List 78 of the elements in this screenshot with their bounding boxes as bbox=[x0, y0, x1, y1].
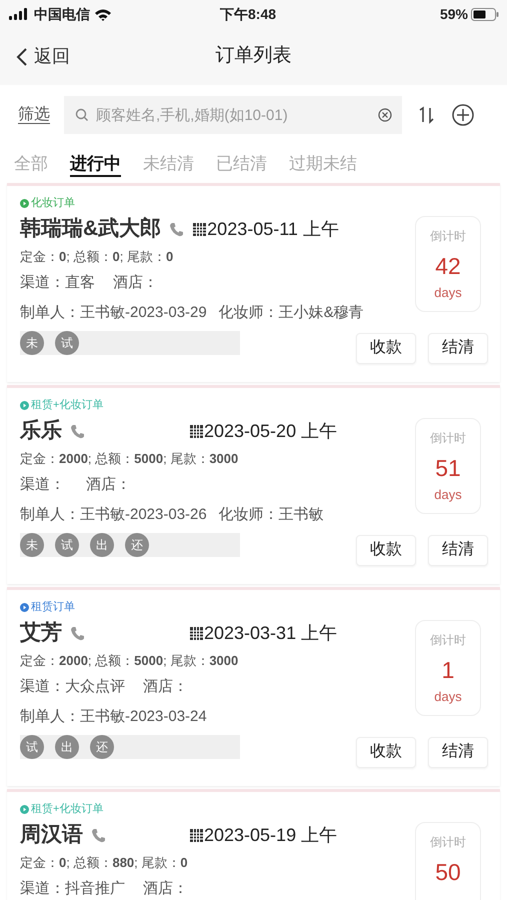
countdown-number: 1 bbox=[442, 657, 454, 683]
hotel-text: 酒店： bbox=[113, 272, 158, 293]
phone-icon bbox=[169, 222, 184, 236]
countdown-number: 51 bbox=[435, 455, 461, 481]
wedding-date: 2023-05-20 上午 bbox=[204, 420, 338, 442]
channel-text: 渠道： bbox=[20, 474, 66, 495]
status-badge: 试 bbox=[20, 735, 44, 759]
channel-text: 渠道：抖音推广 bbox=[20, 878, 125, 899]
order-type: 租赁+化妆订单 bbox=[31, 398, 104, 413]
wedding-date: 2023-05-19 上午 bbox=[204, 824, 338, 846]
phone-icon bbox=[70, 424, 84, 438]
order-type: 租赁+化妆订单 bbox=[31, 802, 104, 817]
status-badge: 试 bbox=[55, 331, 79, 355]
status-badge: 还 bbox=[125, 533, 149, 557]
status-badge: 出 bbox=[90, 533, 114, 557]
hotel-text: 酒店： bbox=[86, 474, 131, 495]
countdown-label: 倒计时 bbox=[430, 228, 466, 245]
hotel-text: 酒店： bbox=[143, 878, 188, 899]
countdown-label: 倒计时 bbox=[430, 632, 466, 649]
battery-icon bbox=[471, 8, 499, 20]
calendar-icon bbox=[190, 626, 203, 640]
filter-link[interactable]: 筛选 bbox=[18, 103, 50, 127]
wifi-icon bbox=[94, 8, 112, 20]
phone-icon bbox=[70, 626, 84, 640]
customer-name: 韩瑞瑞&武大郎 bbox=[20, 216, 162, 242]
countdown-number: 50 bbox=[435, 859, 461, 885]
countdown-unit: days bbox=[434, 486, 462, 504]
order-type: 化妆订单 bbox=[31, 196, 75, 211]
payment-summary: 定金：2000; 总额：5000; 尾款：3000 bbox=[20, 652, 238, 670]
action-button[interactable]: 收款 bbox=[356, 332, 416, 364]
countdown-unit: days bbox=[434, 284, 462, 302]
action-button[interactable]: 收款 bbox=[356, 736, 416, 768]
battery-percent: 59% bbox=[440, 4, 468, 24]
payment-summary: 定金：0; 总额：0; 尾款：0 bbox=[20, 248, 174, 266]
carrier-name: 中国电信 bbox=[34, 4, 90, 24]
status-badge: 出 bbox=[55, 735, 79, 759]
filter-tab[interactable]: 进行中 bbox=[70, 153, 121, 177]
page-title: 订单列表 bbox=[216, 44, 292, 68]
search-icon bbox=[75, 108, 89, 122]
status-time: 下午8:48 bbox=[220, 4, 276, 24]
calendar-icon bbox=[193, 222, 206, 236]
action-button[interactable]: 结清 bbox=[428, 332, 488, 364]
search-field[interactable]: 顾客姓名,手机,婚期(如10-01) bbox=[64, 96, 402, 134]
countdown-unit: days bbox=[434, 688, 462, 706]
action-button[interactable]: 收款 bbox=[356, 534, 416, 566]
status-badge: 试 bbox=[55, 533, 79, 557]
channel-text: 渠道：大众点评 bbox=[20, 676, 125, 697]
creator-text: 制单人：王书敏-2023-03-24 bbox=[20, 706, 207, 727]
order-type: 租赁订单 bbox=[31, 600, 75, 615]
creator-text: 制单人：王书敏-2023-03-26 bbox=[20, 504, 207, 525]
phone-icon bbox=[91, 828, 105, 842]
status-badge: 未 bbox=[20, 331, 44, 355]
wedding-date: 2023-03-31 上午 bbox=[204, 622, 338, 644]
back-button[interactable]: 返回 bbox=[16, 43, 70, 70]
calendar-icon bbox=[190, 828, 203, 842]
action-button[interactable]: 结清 bbox=[428, 736, 488, 768]
clear-icon bbox=[378, 108, 392, 122]
countdown-label: 倒计时 bbox=[430, 834, 466, 851]
makeup-artist-text: 化妆师：王小妹&穆青 bbox=[218, 302, 364, 323]
chevron-left-icon bbox=[16, 48, 28, 66]
status-badge: 还 bbox=[90, 735, 114, 759]
creator-text: 制单人：王书敏-2023-03-29 bbox=[20, 302, 207, 323]
countdown-label: 倒计时 bbox=[430, 430, 466, 447]
customer-name: 周汉语 bbox=[20, 822, 83, 848]
add-icon[interactable] bbox=[452, 104, 474, 126]
signal-icon bbox=[8, 8, 30, 20]
customer-name: 乐乐 bbox=[20, 418, 62, 444]
hotel-text: 酒店： bbox=[143, 676, 188, 697]
payment-summary: 定金：0; 总额：880; 尾款：0 bbox=[20, 854, 188, 872]
customer-name: 艾芳 bbox=[20, 620, 62, 646]
wedding-date: 2023-05-11 上午 bbox=[207, 218, 339, 240]
countdown-number: 42 bbox=[435, 253, 461, 279]
action-button[interactable]: 结清 bbox=[428, 534, 488, 566]
payment-summary: 定金：2000; 总额：5000; 尾款：3000 bbox=[20, 450, 238, 468]
channel-text: 渠道：直客 bbox=[20, 272, 95, 293]
makeup-artist-text: 化妆师：王书敏 bbox=[218, 504, 324, 525]
calendar-icon bbox=[190, 424, 203, 438]
status-badge: 未 bbox=[20, 533, 44, 557]
